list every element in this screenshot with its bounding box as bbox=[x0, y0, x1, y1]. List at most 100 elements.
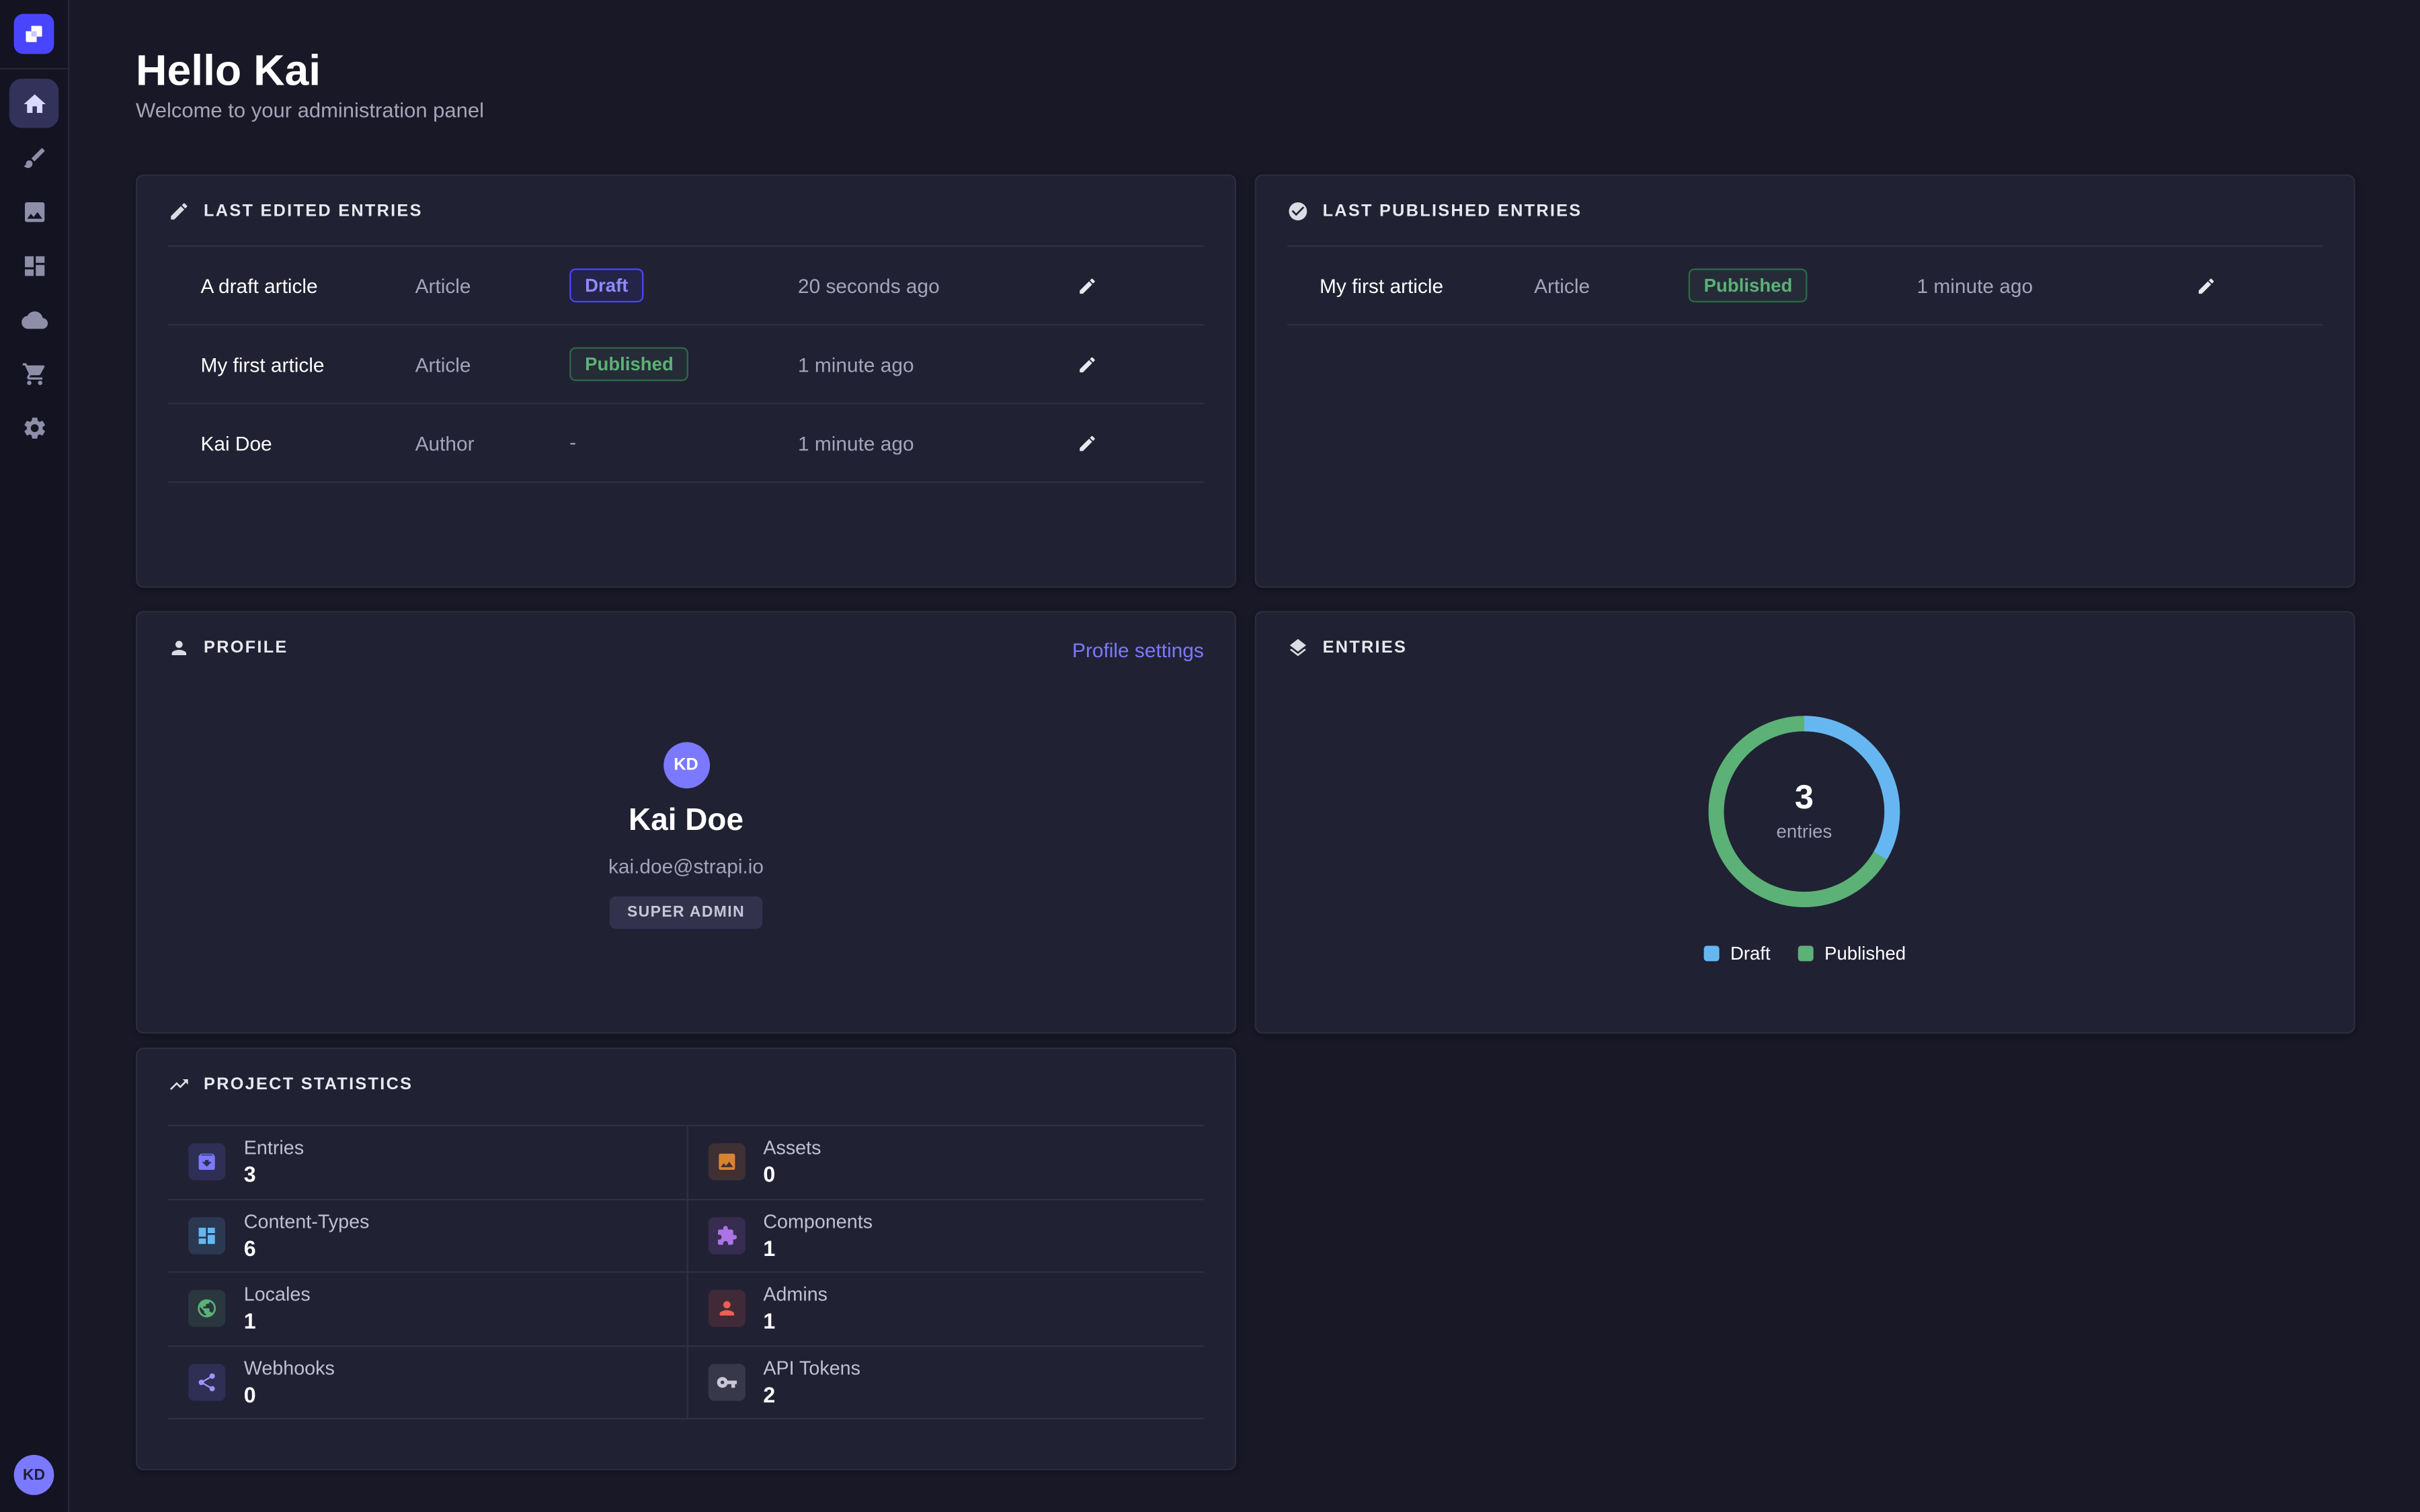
stat-value: 0 bbox=[763, 1162, 821, 1187]
stat-value: 1 bbox=[763, 1308, 828, 1333]
profile-card: PROFILE Profile settings KD Kai Doe kai.… bbox=[136, 611, 1236, 1034]
legend-item-published: Published bbox=[1798, 943, 1906, 964]
stat-entries: Entries3 bbox=[168, 1126, 686, 1200]
locales-globe-icon bbox=[188, 1290, 225, 1327]
entry-time: 1 minute ago bbox=[798, 431, 1071, 454]
legend-label: Published bbox=[1824, 943, 1906, 964]
stat-value: 0 bbox=[244, 1382, 335, 1407]
last-published-entries-card: LAST PUBLISHED ENTRIES My first article … bbox=[1255, 174, 2355, 587]
table-row[interactable]: My first article Article Published 1 min… bbox=[168, 325, 1204, 404]
table-row[interactable]: Kai Doe Author - 1 minute ago bbox=[168, 405, 1204, 483]
main-content: Hello Kai Welcome to your administration… bbox=[68, 0, 2420, 1512]
status-empty: - bbox=[569, 431, 576, 454]
stat-api-tokens: API Tokens 2 bbox=[686, 1346, 1204, 1419]
card-title-label: PROFILE bbox=[204, 639, 288, 658]
sidebar-item-cloud[interactable] bbox=[9, 295, 58, 344]
project-statistics-card: PROJECT STATISTICS Entries3 Assets 0 Cont… bbox=[136, 1048, 1236, 1470]
stats-grid: Entries3 Assets 0 Content-Types6 Componen… bbox=[168, 1125, 1204, 1420]
stat-label: Components bbox=[763, 1211, 873, 1232]
stat-label: Admins bbox=[763, 1284, 828, 1306]
layers-icon bbox=[1287, 637, 1309, 659]
card-title-label: PROJECT STATISTICS bbox=[204, 1075, 413, 1094]
profile-settings-link[interactable]: Profile settings bbox=[1072, 639, 1204, 662]
stat-content-types: Content-Types6 bbox=[168, 1200, 686, 1273]
legend-item-draft: Draft bbox=[1704, 943, 1771, 964]
stat-label: API Tokens bbox=[763, 1357, 860, 1379]
entry-kind: Article bbox=[1534, 274, 1689, 297]
strapi-admin-dashboard: KD Hello Kai Welcome to your administrat… bbox=[0, 0, 2420, 1512]
content-types-layout-icon bbox=[188, 1217, 225, 1254]
marketplace-cart-icon bbox=[21, 360, 47, 386]
stat-value: 1 bbox=[763, 1235, 873, 1260]
edit-button[interactable] bbox=[1071, 348, 1103, 380]
chart-legend: Draft Published bbox=[1256, 943, 2353, 964]
profile-name: Kai Doe bbox=[137, 804, 1234, 839]
settings-gear-icon bbox=[21, 414, 47, 440]
stat-label: Content-Types bbox=[244, 1211, 370, 1232]
status-badge: Published bbox=[1689, 268, 1808, 302]
stat-assets: Assets 0 bbox=[686, 1126, 1204, 1200]
pencil-icon bbox=[1078, 433, 1098, 453]
stat-label: Entries bbox=[244, 1138, 304, 1159]
components-puzzle-icon bbox=[708, 1217, 745, 1254]
entry-kind: Article bbox=[415, 274, 570, 297]
stat-webhooks: Webhooks 0 bbox=[168, 1346, 686, 1419]
edit-button[interactable] bbox=[1071, 427, 1103, 459]
last-edited-entries-card: LAST EDITED ENTRIES A draft article Arti… bbox=[136, 174, 1236, 587]
profile-email: kai.doe@strapi.io bbox=[137, 855, 1234, 878]
person-icon bbox=[168, 637, 190, 659]
card-title-label: LAST PUBLISHED ENTRIES bbox=[1323, 202, 1582, 221]
pencil-icon bbox=[168, 200, 190, 222]
draft-color-swatch bbox=[1704, 946, 1720, 961]
api-tokens-key-icon bbox=[708, 1363, 745, 1400]
table-row[interactable]: A draft article Article Draft 20 seconds… bbox=[168, 247, 1204, 325]
entry-time: 1 minute ago bbox=[798, 353, 1071, 376]
published-color-swatch bbox=[1798, 946, 1814, 961]
status-badge: Published bbox=[569, 347, 689, 382]
stat-label: Locales bbox=[244, 1284, 311, 1306]
page-title: Hello Kai bbox=[136, 46, 321, 95]
entry-kind: Article bbox=[415, 353, 570, 376]
stat-admins: Admins1 bbox=[686, 1273, 1204, 1346]
last-published-table: My first article Article Published 1 min… bbox=[1287, 245, 2323, 325]
stat-value: 2 bbox=[763, 1382, 860, 1407]
stat-label: Assets bbox=[763, 1138, 821, 1159]
card-title: PROJECT STATISTICS bbox=[168, 1074, 413, 1095]
entry-name: Kai Doe bbox=[168, 431, 415, 454]
entry-kind: Author bbox=[415, 431, 570, 454]
stat-label: Webhooks bbox=[244, 1357, 335, 1379]
sidebar-item-content-type-builder[interactable] bbox=[9, 241, 58, 290]
stat-value: 1 bbox=[244, 1308, 311, 1333]
sidebar: KD bbox=[0, 0, 69, 1512]
profile-avatar: KD bbox=[663, 742, 709, 788]
role-badge: SUPER ADMIN bbox=[610, 896, 762, 929]
sidebar-nav bbox=[0, 79, 68, 452]
sidebar-item-home[interactable] bbox=[9, 79, 58, 128]
entry-name: A draft article bbox=[168, 274, 415, 297]
entry-time: 20 seconds ago bbox=[798, 274, 1071, 297]
sidebar-item-settings[interactable] bbox=[9, 403, 58, 452]
legend-label: Draft bbox=[1730, 943, 1771, 964]
assets-image-icon bbox=[708, 1144, 745, 1181]
pencil-icon bbox=[2196, 276, 2216, 296]
table-row[interactable]: My first article Article Published 1 min… bbox=[1287, 247, 2323, 325]
card-title-label: LAST EDITED ENTRIES bbox=[204, 202, 423, 221]
webhooks-share-icon bbox=[188, 1363, 225, 1400]
sidebar-item-content-manager[interactable] bbox=[9, 132, 58, 181]
edit-button[interactable] bbox=[2190, 269, 2222, 302]
user-avatar[interactable]: KD bbox=[14, 1455, 54, 1495]
cloud-icon bbox=[21, 306, 47, 333]
admins-person-icon bbox=[708, 1290, 745, 1327]
last-edited-table: A draft article Article Draft 20 seconds… bbox=[168, 245, 1204, 483]
entry-name: My first article bbox=[1287, 274, 1534, 297]
card-title: LAST EDITED ENTRIES bbox=[168, 200, 422, 222]
check-circle-icon bbox=[1287, 200, 1309, 222]
stat-components: Components 1 bbox=[686, 1200, 1204, 1273]
card-title: PROFILE bbox=[168, 637, 288, 659]
card-title: LAST PUBLISHED ENTRIES bbox=[1287, 200, 1582, 222]
strapi-logo-icon bbox=[23, 23, 44, 44]
edit-button[interactable] bbox=[1071, 269, 1103, 302]
sidebar-item-media-library[interactable] bbox=[9, 187, 58, 236]
sidebar-item-marketplace[interactable] bbox=[9, 349, 58, 398]
strapi-logo[interactable] bbox=[14, 14, 54, 54]
